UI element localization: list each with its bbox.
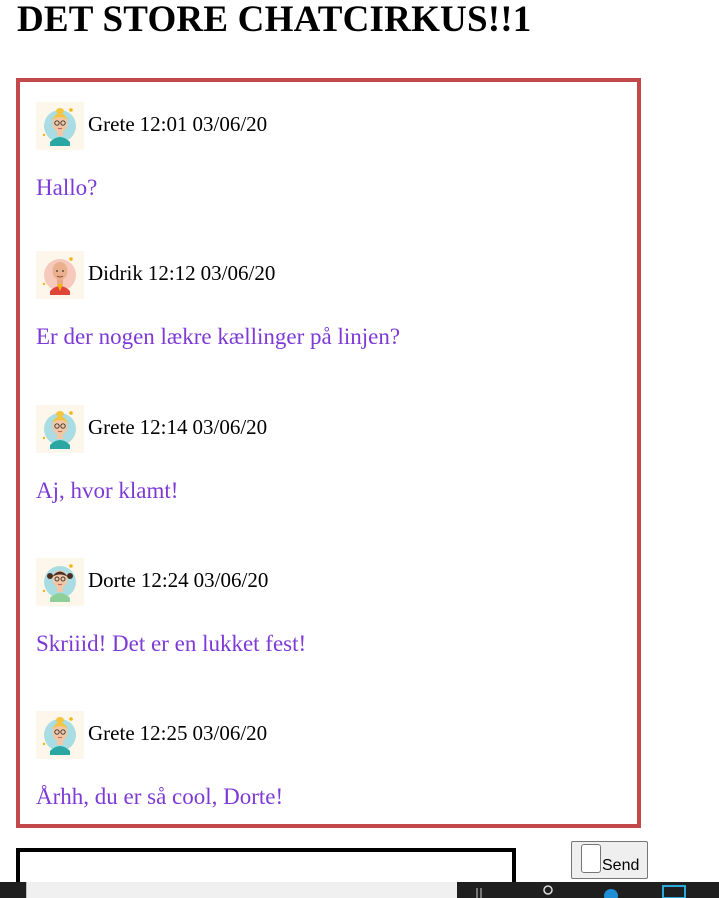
- message-header: Didrik 12:12 03/06/20: [36, 251, 616, 299]
- message-username: Grete: [88, 415, 135, 439]
- woman-glasses-avatar-icon: [36, 102, 84, 150]
- message-meta: Dorte 12:24 03/06/20: [88, 567, 273, 593]
- message-username: Grete: [88, 112, 135, 136]
- taskbar-task-view-icon[interactable]: [475, 884, 489, 898]
- taskbar-browser-icon[interactable]: [604, 884, 618, 898]
- girl-pigtails-avatar-icon: [36, 558, 84, 606]
- message-time: 12:24: [140, 568, 189, 592]
- message-meta: Grete 12:14 03/06/20: [88, 414, 272, 440]
- message-time: 12:12: [147, 261, 196, 285]
- message-meta: Didrik 12:12 03/06/20: [88, 260, 280, 286]
- page-title: DET STORE CHATCIRKUS!!1: [17, 0, 532, 40]
- chat-log[interactable]: Grete 12:01 03/06/20 Hallo? Didrik 12:12…: [16, 78, 641, 828]
- message-text: Hallo?: [36, 175, 98, 200]
- message-header: Dorte 12:24 03/06/20: [36, 558, 616, 606]
- message-meta: Grete 12:25 03/06/20: [88, 720, 272, 746]
- woman-glasses-avatar-icon: [36, 405, 84, 453]
- message-time: 12:01: [139, 112, 188, 136]
- message-date: 03/06/20: [200, 261, 276, 285]
- chat-message: Didrik 12:12 03/06/20 Er der nogen lækre k…: [36, 251, 616, 349]
- message-header: Grete 12:25 03/06/20: [36, 711, 616, 759]
- message-text: Århh, du er så cool, Dorte!: [36, 784, 284, 809]
- message-date: 03/06/20: [193, 568, 269, 592]
- bald-man-avatar-icon: [36, 251, 84, 299]
- send-button-label: Send: [602, 857, 640, 874]
- taskbar-search-field[interactable]: [26, 882, 457, 898]
- message-meta: Grete 12:01 03/06/20: [88, 111, 272, 137]
- message-time: 12:14: [139, 415, 188, 439]
- taskbar-window-icon[interactable]: [662, 884, 686, 898]
- send-checkbox[interactable]: [581, 844, 601, 873]
- message-date: 03/06/20: [192, 415, 268, 439]
- woman-glasses-avatar-icon: [36, 711, 84, 759]
- message-time: 12:25: [139, 721, 188, 745]
- message-text: Skriiid! Det er en lukket fest!: [36, 631, 307, 656]
- message-text: Aj, hvor klamt!: [36, 478, 179, 503]
- message-text: Er der nogen lækre kællinger på linjen?: [36, 324, 401, 349]
- taskbar: [0, 882, 719, 898]
- message-header: Grete 12:14 03/06/20: [36, 405, 616, 453]
- message-date: 03/06/20: [192, 112, 268, 136]
- chat-message: Grete 12:01 03/06/20 Hallo?: [36, 102, 616, 200]
- chat-message: Dorte 12:24 03/06/20 Skriiid! Det er en lu…: [36, 558, 616, 656]
- taskbar-search-icon[interactable]: [540, 884, 554, 898]
- message-username: Dorte: [88, 568, 136, 592]
- send-button[interactable]: Send: [571, 841, 648, 879]
- chat-message: Grete 12:14 03/06/20 Aj, hvor klamt!: [36, 405, 616, 503]
- message-date: 03/06/20: [192, 721, 268, 745]
- message-header: Grete 12:01 03/06/20: [36, 102, 616, 150]
- message-username: Grete: [88, 721, 135, 745]
- chat-message: Grete 12:25 03/06/20 Århh, du er så cool, …: [36, 711, 616, 809]
- message-username: Didrik: [88, 261, 143, 285]
